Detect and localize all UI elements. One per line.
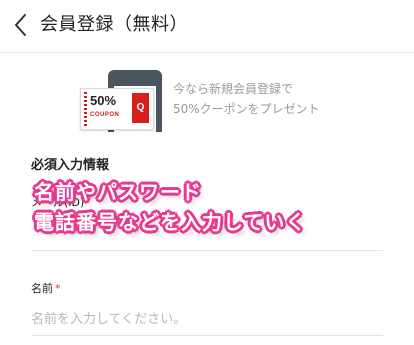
name-label: 名前 * <box>31 280 61 296</box>
banner-line-2: 50%クーポンをプレゼント <box>173 102 320 116</box>
chevron-left-icon <box>15 14 26 36</box>
banner-text: 今なら新規会員登録で 50%クーポンをプレゼント <box>173 79 320 119</box>
coupon-word: COUPON <box>90 112 120 118</box>
coupon-ticket: 50% COUPON Q <box>80 88 154 130</box>
name-field-divider <box>31 335 383 336</box>
back-button[interactable] <box>8 10 36 40</box>
app-header: 会員登録（無料） <box>0 0 414 53</box>
page-title: 会員登録（無料） <box>40 14 188 35</box>
coupon-percent: 50% <box>90 93 117 108</box>
overlay-caption-line-2: 電話番号などを入力していく <box>34 210 307 234</box>
email-field-divider <box>31 250 383 251</box>
name-input[interactable] <box>31 308 381 330</box>
name-label-text: 名前 <box>31 282 53 295</box>
required-mark: * <box>55 282 61 295</box>
coupon-logo-icon: Q <box>132 93 149 123</box>
banner-line-1: 今なら新規会員登録で <box>173 82 294 96</box>
overlay-caption-line-1: 名前やパスワード <box>34 180 202 204</box>
coupon-stripe <box>84 92 87 126</box>
required-section-title: 必須入力情報 <box>31 158 110 173</box>
coupon-banner: 50% COUPON Q 今なら新規会員登録で 50%クーポンをプレゼント <box>80 70 380 132</box>
